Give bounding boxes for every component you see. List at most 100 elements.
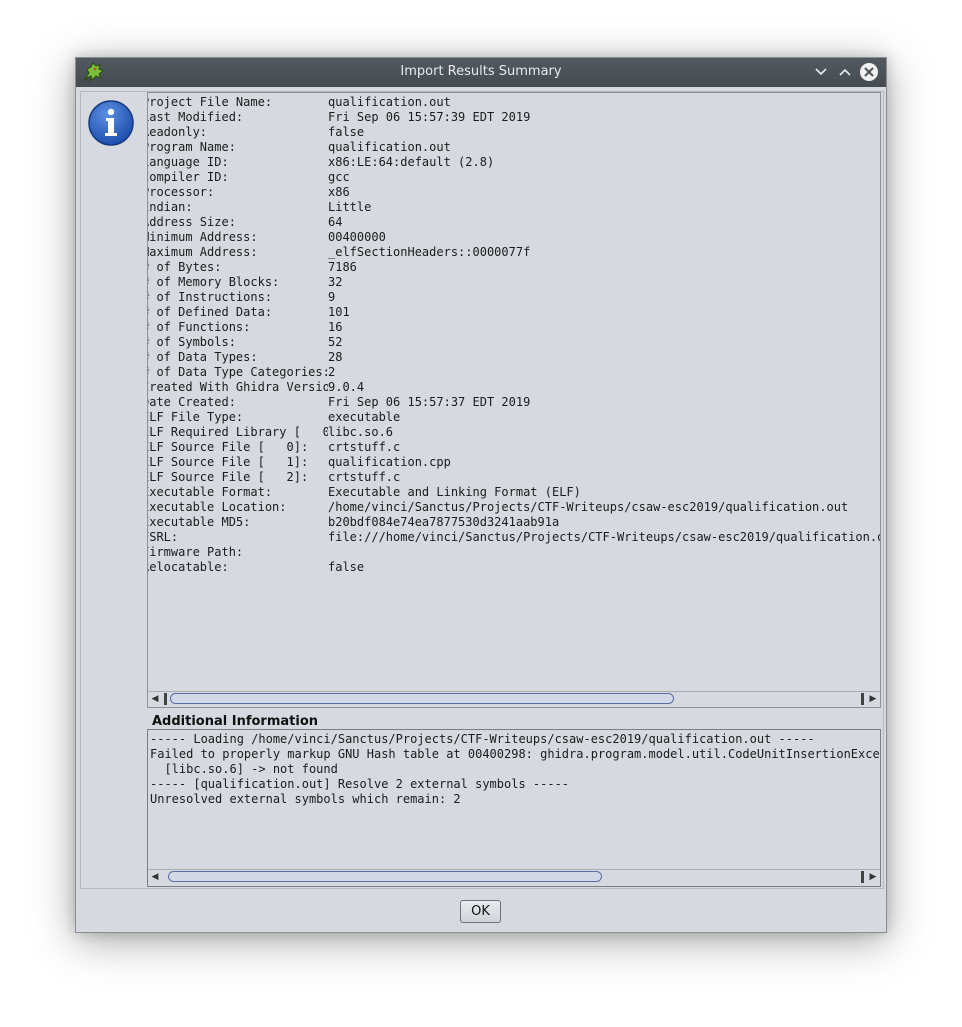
- scroll-endcap: [164, 693, 167, 705]
- scroll-right-arrow-icon[interactable]: ▶: [866, 693, 880, 706]
- summary-row-value: Fri Sep 06 15:57:37 EDT 2019: [328, 395, 531, 409]
- summary-row-value: x86:LE:64:default (2.8): [328, 155, 495, 169]
- summary-row-value: file:///home/vinci/Sanctus/Projects/CTF-…: [328, 530, 881, 544]
- scroll-left-arrow-icon[interactable]: ◀: [148, 871, 162, 884]
- summary-row: ELF File Type: executable: [147, 410, 880, 425]
- summary-row-label: ELF File Type:: [147, 410, 244, 424]
- summary-row-value: false: [328, 125, 365, 139]
- summary-row: Created With Ghidra Version:9.0.4: [147, 380, 880, 395]
- summary-row-value: qualification.cpp: [328, 455, 451, 469]
- log-line: ----- [qualification.out] Resolve 2 exte…: [150, 777, 570, 791]
- summary-row: Processor: x86: [148, 185, 880, 200]
- summary-row-value: 9.0.4: [328, 380, 365, 394]
- summary-text-area[interactable]: Project File Name: qualification.out Last …: [147, 92, 881, 708]
- summary-row-label: # of Instructions:: [147, 290, 273, 304]
- summary-text: Project File Name: qualification.out Last …: [147, 95, 881, 575]
- summary-row-label: Project File Name:: [147, 95, 273, 109]
- summary-row-value: 16: [328, 320, 343, 334]
- scroll-endcap: [861, 693, 864, 705]
- summary-row: # of Symbols: 52: [147, 335, 880, 350]
- summary-row-label: ELF Source File [ 1]:: [147, 455, 309, 469]
- summary-row-label: # of Symbols:: [147, 335, 236, 349]
- summary-row-value: qualification.out: [328, 95, 451, 109]
- summary-row-label: # of Data Types:: [147, 350, 258, 364]
- summary-row-value: /home/vinci/Sanctus/Projects/CTF-Writeup…: [328, 500, 849, 514]
- summary-row-label: ELF Source File [ 0]:: [147, 440, 309, 454]
- summary-row-label: Minimum Address:: [147, 230, 258, 244]
- summary-row: # of Data Type Categories:2: [147, 365, 880, 380]
- summary-row-label: Endian:: [147, 200, 193, 214]
- title-bar[interactable]: Import Results Summary: [76, 58, 886, 87]
- summary-row: ELF Required Library [ 0]:libc.so.6: [148, 425, 880, 440]
- summary-row-value: false: [328, 560, 365, 574]
- summary-row-label: Last Modified:: [147, 110, 244, 124]
- summary-row-value: libc.so.6: [328, 425, 394, 439]
- summary-row: ELF Source File [ 0]: crtstuff.c: [147, 440, 880, 455]
- summary-row: # of Defined Data: 101: [148, 305, 880, 320]
- summary-row-value: 52: [328, 335, 343, 349]
- summary-row: # of Instructions: 9: [147, 290, 880, 305]
- chevron-down-icon[interactable]: [812, 63, 830, 81]
- log-line: ----- Loading /home/vinci/Sanctus/Projec…: [150, 732, 815, 746]
- summary-row-label: Executable Format:: [147, 485, 273, 499]
- summary-row-value: Little: [328, 200, 372, 214]
- additional-information-label: Additional Information: [152, 714, 319, 729]
- summary-row-value: 2: [328, 365, 336, 379]
- summary-row-label: Firmware Path:: [147, 545, 244, 559]
- log-line: [libc.so.6] -> not found: [150, 762, 338, 776]
- summary-row-value: 64: [328, 215, 343, 229]
- summary-row: Endian: Little: [147, 200, 880, 215]
- scroll-track[interactable]: [164, 693, 864, 705]
- summary-row: # of Memory Blocks: 32: [148, 275, 880, 290]
- scroll-thumb[interactable]: [170, 693, 674, 704]
- summary-row-label: Executable Location:: [147, 500, 287, 514]
- ok-button[interactable]: OK: [460, 900, 501, 923]
- chevron-up-icon[interactable]: [836, 63, 854, 81]
- summary-row-label: Maximum Address:: [147, 245, 258, 259]
- summary-row: Address Size: 64: [147, 215, 880, 230]
- summary-row-value: executable: [328, 410, 401, 424]
- log-text: ----- Loading /home/vinci/Sanctus/Projec…: [150, 732, 881, 807]
- summary-row: Executable Format: Executable and Linking…: [147, 485, 880, 500]
- summary-row: Program Name: qualification.out: [148, 140, 880, 155]
- summary-row: Relocatable: false: [148, 560, 880, 575]
- additional-information-log[interactable]: ----- Loading /home/vinci/Sanctus/Projec…: [147, 729, 881, 887]
- summary-row-value: 00400000: [328, 230, 386, 244]
- summary-row-label: Compiler ID:: [147, 170, 229, 184]
- summary-row-value: Fri Sep 06 15:57:39 EDT 2019: [328, 110, 531, 124]
- summary-row-label: FSRL:: [148, 530, 179, 544]
- log-line: Failed to properly markup GNU Hash table…: [150, 747, 881, 761]
- log-line: Unresolved external symbols which remain…: [150, 792, 461, 806]
- summary-row-label: Date Created:: [147, 395, 236, 409]
- summary-row-value: crtstuff.c: [328, 440, 401, 454]
- summary-row-label: Language ID:: [147, 155, 229, 169]
- summary-row: # of Functions: 16: [147, 320, 880, 335]
- summary-row-label: Address Size:: [147, 215, 236, 229]
- summary-row: # of Bytes: 7186: [147, 260, 880, 275]
- summary-row-value: Executable and Linking Format (ELF): [328, 485, 581, 499]
- summary-row-value: b20bdf084e74ea7877530d3241aab91a: [328, 515, 560, 529]
- scroll-left-arrow-icon[interactable]: ◀: [148, 693, 162, 706]
- summary-row-value: 101: [328, 305, 350, 319]
- summary-row-label: Created With Ghidra Version:: [147, 380, 328, 394]
- log-horizontal-scrollbar[interactable]: ◀ ▶: [148, 869, 880, 885]
- summary-row: Readonly: false: [147, 125, 880, 140]
- scroll-endcap: [861, 871, 864, 883]
- scroll-track[interactable]: [164, 871, 864, 883]
- summary-row: ELF Source File [ 1]: qualification.cpp: [147, 455, 880, 470]
- summary-row: Compiler ID: gcc: [147, 170, 880, 185]
- summary-row-label: Readonly:: [147, 125, 208, 139]
- summary-row: Last Modified: Fri Sep 06 15:57:39 EDT 20…: [147, 110, 880, 125]
- summary-horizontal-scrollbar[interactable]: ◀ ▶: [148, 691, 880, 707]
- scroll-thumb[interactable]: [168, 871, 602, 882]
- scroll-right-arrow-icon[interactable]: ▶: [866, 871, 880, 884]
- summary-row: Executable MD5: b20bdf084e74ea7877530d324…: [148, 515, 880, 530]
- info-icon: [87, 99, 135, 147]
- summary-row-label: # of Functions:: [147, 320, 251, 334]
- close-icon[interactable]: [860, 63, 878, 81]
- summary-row-value: gcc: [328, 170, 350, 184]
- summary-row-label: # of Data Type Categories:: [147, 365, 328, 379]
- summary-row-label: # of Bytes:: [147, 260, 222, 274]
- summary-row: Minimum Address: 00400000: [147, 230, 880, 245]
- summary-row: ELF Source File [ 2]: crtstuff.c: [148, 470, 880, 485]
